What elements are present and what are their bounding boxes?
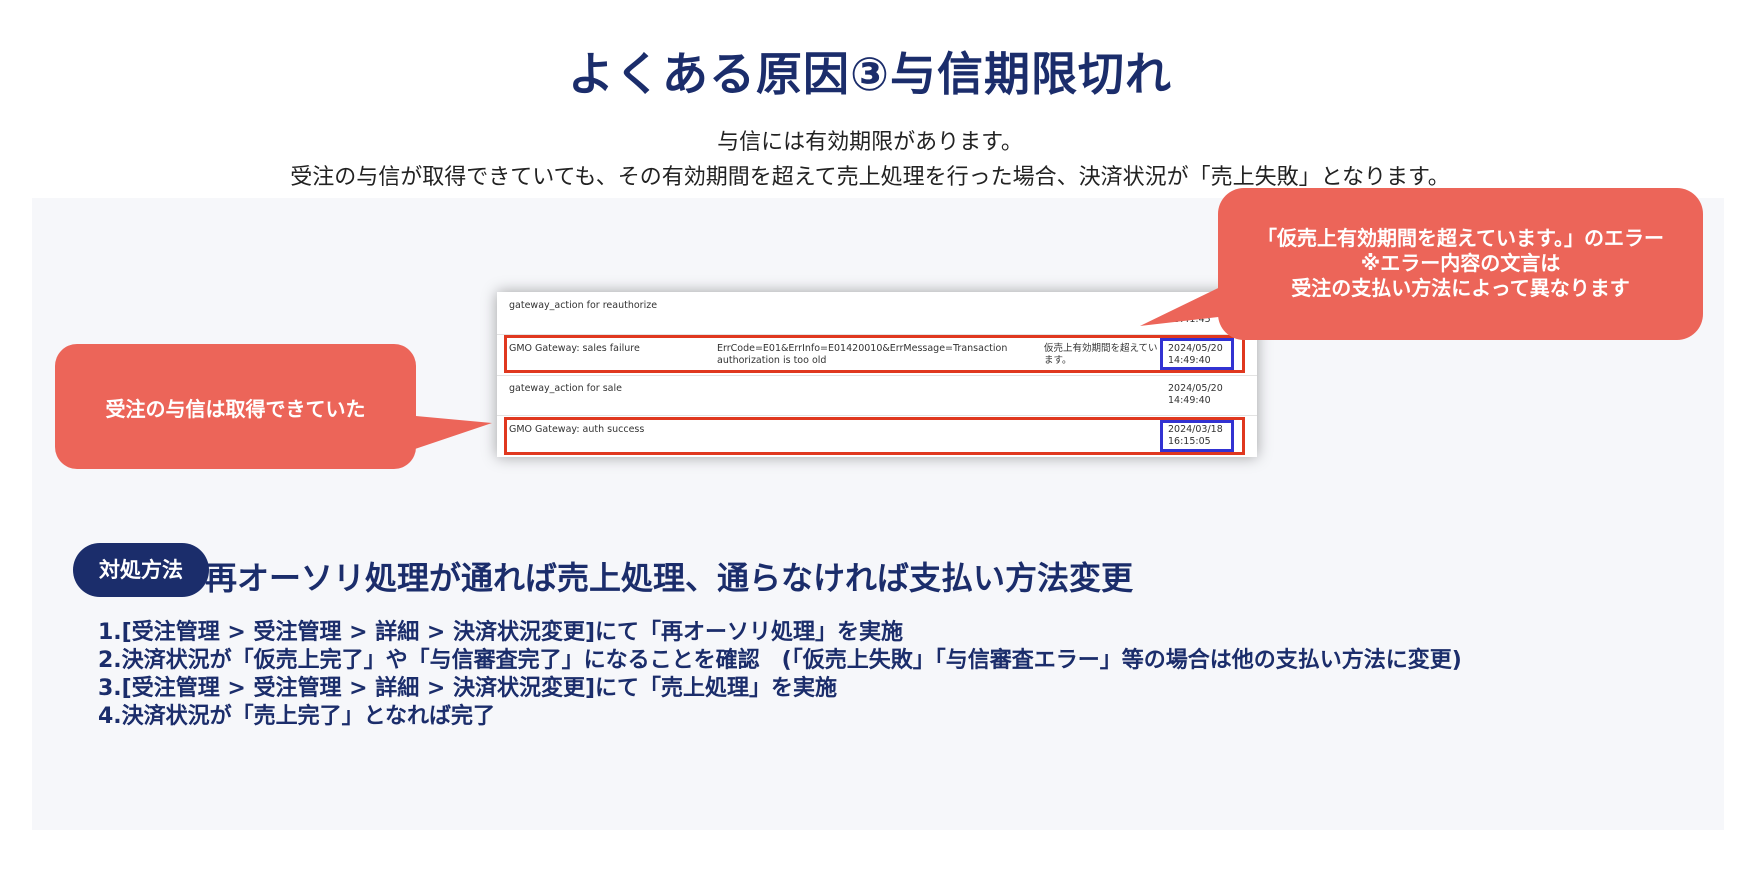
row-divider	[497, 375, 1257, 376]
callout-error-line-3: 受注の支払い方法によって異なります	[1291, 276, 1630, 300]
solution-badge: 対処方法	[73, 543, 209, 597]
callout-error-message-text: 「仮売上有効期間を超えています。」のエラー ※エラー内容の文言は 受注の支払い方…	[1218, 226, 1703, 301]
solution-heading: 再オーソリ処理が通れば売上処理、通らなければ支払い方法変更	[205, 559, 1134, 597]
solution-step-1: 1.[受注管理 > 受注管理 > 詳細 > 決済状況変更]にて「再オーソリ処理」…	[98, 620, 904, 645]
page-title: よくある原因③与信期限切れ	[568, 47, 1172, 101]
log-time: 14:49:40	[1168, 395, 1211, 406]
row-divider	[497, 415, 1257, 416]
callout-auth-obtained-text: 受注の与信は取得できていた	[105, 397, 366, 421]
solution-steps: 1.[受注管理 > 受注管理 > 詳細 > 決済状況変更]にて「再オーソリ処理」…	[98, 619, 1462, 731]
order-log-screenshot: gateway_action for reauthorize 15:41:45 …	[497, 292, 1257, 457]
callout-error-line-1: 「仮売上有効期間を超えています。」のエラー	[1257, 226, 1664, 250]
log-action: gateway_action for reauthorize	[509, 300, 658, 311]
callout-error-line-2: ※エラー内容の文言は	[1360, 251, 1561, 275]
log-date: 2024/05/20	[1168, 383, 1223, 394]
log-time: 15:41:45	[1168, 314, 1211, 325]
log-action: gateway_action for sale	[509, 383, 622, 394]
sales-failure-date-highlight	[1160, 338, 1234, 370]
auth-success-date-highlight	[1160, 420, 1234, 452]
sales-failure-highlight	[504, 335, 1245, 373]
solution-step-3: 3.[受注管理 > 受注管理 > 詳細 > 決済状況変更]にて「売上処理」を実施	[98, 676, 838, 701]
solution-step-4: 4.決済状況が「売上完了」となれば完了	[98, 704, 496, 729]
subtitle-line-2: 受注の与信が取得できていても、その有効期間を超えて売上処理を行った場合、決済状況…	[290, 165, 1450, 190]
solution-step-2: 2.決済状況が「仮売上完了」や「与信審査完了」になることを確認 (「仮売上失敗」…	[98, 648, 1462, 673]
subtitle-line-1: 与信には有効期限があります。	[717, 130, 1023, 155]
auth-success-highlight	[504, 417, 1245, 455]
